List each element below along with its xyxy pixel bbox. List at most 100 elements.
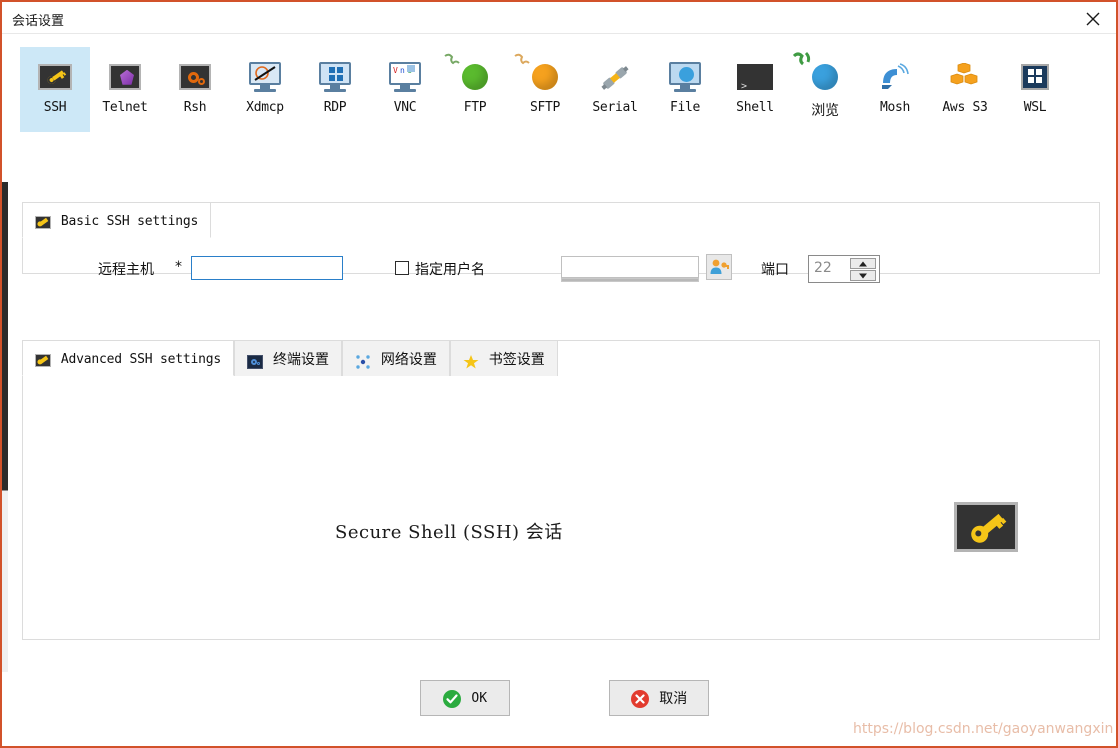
protocol-label-telnet: Telnet [102,100,148,115]
terminal-icon: > [720,57,790,97]
advanced-settings-group: Advanced SSH settings 终端设置 网络设置 书签设置 Sec… [22,340,1100,640]
username-input[interactable] [561,256,699,278]
tab-terminal-settings-label: 终端设置 [272,352,329,369]
remote-host-required-mark: * [175,259,182,275]
svg-text:n: n [400,66,405,75]
specify-username-checkbox[interactable] [395,261,409,275]
protocol-label-browse: 浏览 [811,103,839,119]
ok-button[interactable]: OK [420,680,510,716]
x-monitor-icon [230,57,300,97]
basic-settings-body: 远程主机 * 指定用户名 端口 22 [23,238,1099,283]
title-bar: 会话设置 [2,2,1116,34]
protocol-label-ssh: SSH [43,100,67,115]
satellite-dish-icon [860,57,930,97]
tab-bookmark-settings-label: 书签设置 [488,352,545,369]
green-check-icon [442,690,461,708]
protocol-label-serial: Serial [592,100,638,115]
close-button[interactable] [1070,2,1116,33]
tab-advanced-ssh-settings[interactable]: Advanced SSH settings [22,340,235,376]
protocol-item-serial[interactable]: Serial [580,47,650,132]
close-icon [1086,12,1100,26]
session-type-title: Secure Shell (SSH) 会话 [335,522,563,543]
protocol-item-sftp[interactable]: SFTP [510,47,580,132]
protocol-label-wsl: WSL [1023,100,1047,115]
protocol-label-file: File [669,100,701,115]
cancel-button-label: 取消 [659,691,688,707]
protocol-label-ftp: FTP [463,100,487,115]
protocol-label-aws-s3: Aws S3 [942,100,988,115]
large-key-icon [954,502,1018,552]
protocol-item-rsh[interactable]: Rsh [160,47,230,132]
cancel-button[interactable]: 取消 [609,680,709,716]
protocol-label-vnc: VNC [393,100,417,115]
session-settings-dialog: 会话设置 SSH Telnet Rsh Xdmcp RDP V n VNC FT… [0,0,1118,748]
window-title: 会话设置 [12,14,65,29]
user-key-icon [710,259,729,274]
advanced-tabstrip: Advanced SSH settings 终端设置 网络设置 书签设置 [22,340,558,376]
protocol-item-file[interactable]: File [650,47,720,132]
specify-username-label: 指定用户名 [415,262,485,278]
tab-bookmark-settings[interactable]: 书签设置 [449,340,558,378]
port-decrement-button[interactable] [850,270,876,281]
star-icon [463,342,479,378]
key-icon [35,353,51,367]
protocol-label-sftp: SFTP [529,100,561,115]
basic-tabstrip: Basic SSH settings [22,202,212,238]
gear-icon [247,342,264,378]
chevron-down-icon [859,273,867,278]
purple-gem-icon [90,57,160,97]
tab-network-settings-label: 网络设置 [380,352,437,369]
remote-host-input[interactable] [191,256,343,280]
port-value: 22 [814,260,832,276]
tab-advanced-ssh-settings-label: Advanced SSH settings [60,352,222,368]
network-icon [355,342,371,378]
protocol-item-ftp[interactable]: FTP [440,47,510,132]
protocol-label-shell: Shell [736,100,774,115]
red-x-icon [630,690,649,708]
username-browse-button[interactable] [706,254,732,280]
tab-network-settings[interactable]: 网络设置 [341,340,450,378]
windows-logo-icon [1000,57,1070,97]
orange-gears-icon [160,57,230,97]
ok-button-label: OK [471,691,488,706]
basic-ssh-settings-group: Basic SSH settings 远程主机 * 指定用户名 端口 22 [22,202,1100,283]
username-input-shadow [561,278,699,282]
tab-basic-ssh-settings-label: Basic SSH settings [60,214,199,230]
protocol-label-mosh: Mosh [879,100,911,115]
protocol-item-vnc[interactable]: V n c VNC [370,47,440,132]
tab-terminal-settings[interactable]: 终端设置 [234,340,342,376]
protocol-item-aws-s3[interactable]: Aws S3 [930,47,1000,132]
green-globe-icon [440,53,510,97]
protocol-item-xdmcp[interactable]: Xdmcp [230,47,300,132]
chevron-up-icon [859,261,867,266]
protocol-item-mosh[interactable]: Mosh [860,47,930,132]
serial-connector-icon [580,57,650,97]
protocol-label-rsh: Rsh [183,100,207,115]
left-scrollbar[interactable] [2,182,8,672]
globe-monitor-icon [650,57,720,97]
protocol-toolbar: SSH Telnet Rsh Xdmcp RDP V n VNC FTP SFT… [20,47,1098,132]
port-spinner[interactable]: 22 [808,255,880,283]
watermark-text: https://blog.csdn.net/gaoyanwangxin [853,721,1114,737]
protocol-item-shell[interactable]: > Shell [720,47,790,132]
protocol-item-browse[interactable]: 浏览 [790,47,860,132]
protocol-item-wsl[interactable]: WSL [1000,47,1070,132]
port-increment-button[interactable] [850,258,876,269]
windows-monitor-icon [300,57,370,97]
aws-cubes-icon [930,57,1000,97]
protocol-item-telnet[interactable]: Telnet [90,47,160,132]
blue-globe-icon [790,51,860,97]
svg-text:V: V [393,66,398,75]
key-icon [35,215,51,229]
protocol-item-rdp[interactable]: RDP [300,47,370,132]
protocol-label-xdmcp: Xdmcp [246,100,284,115]
protocol-label-rdp: RDP [323,100,347,115]
port-label: 端口 [761,262,789,278]
tab-basic-ssh-settings[interactable]: Basic SSH settings [22,202,212,238]
protocol-item-ssh[interactable]: SSH [20,47,90,132]
key-tile-icon [20,57,90,97]
advanced-settings-body: Secure Shell (SSH) 会话 [23,376,1099,641]
vnc-monitor-icon: V n c [370,57,440,97]
orange-globe-icon [510,53,580,97]
remote-host-label: 远程主机 [98,262,154,278]
